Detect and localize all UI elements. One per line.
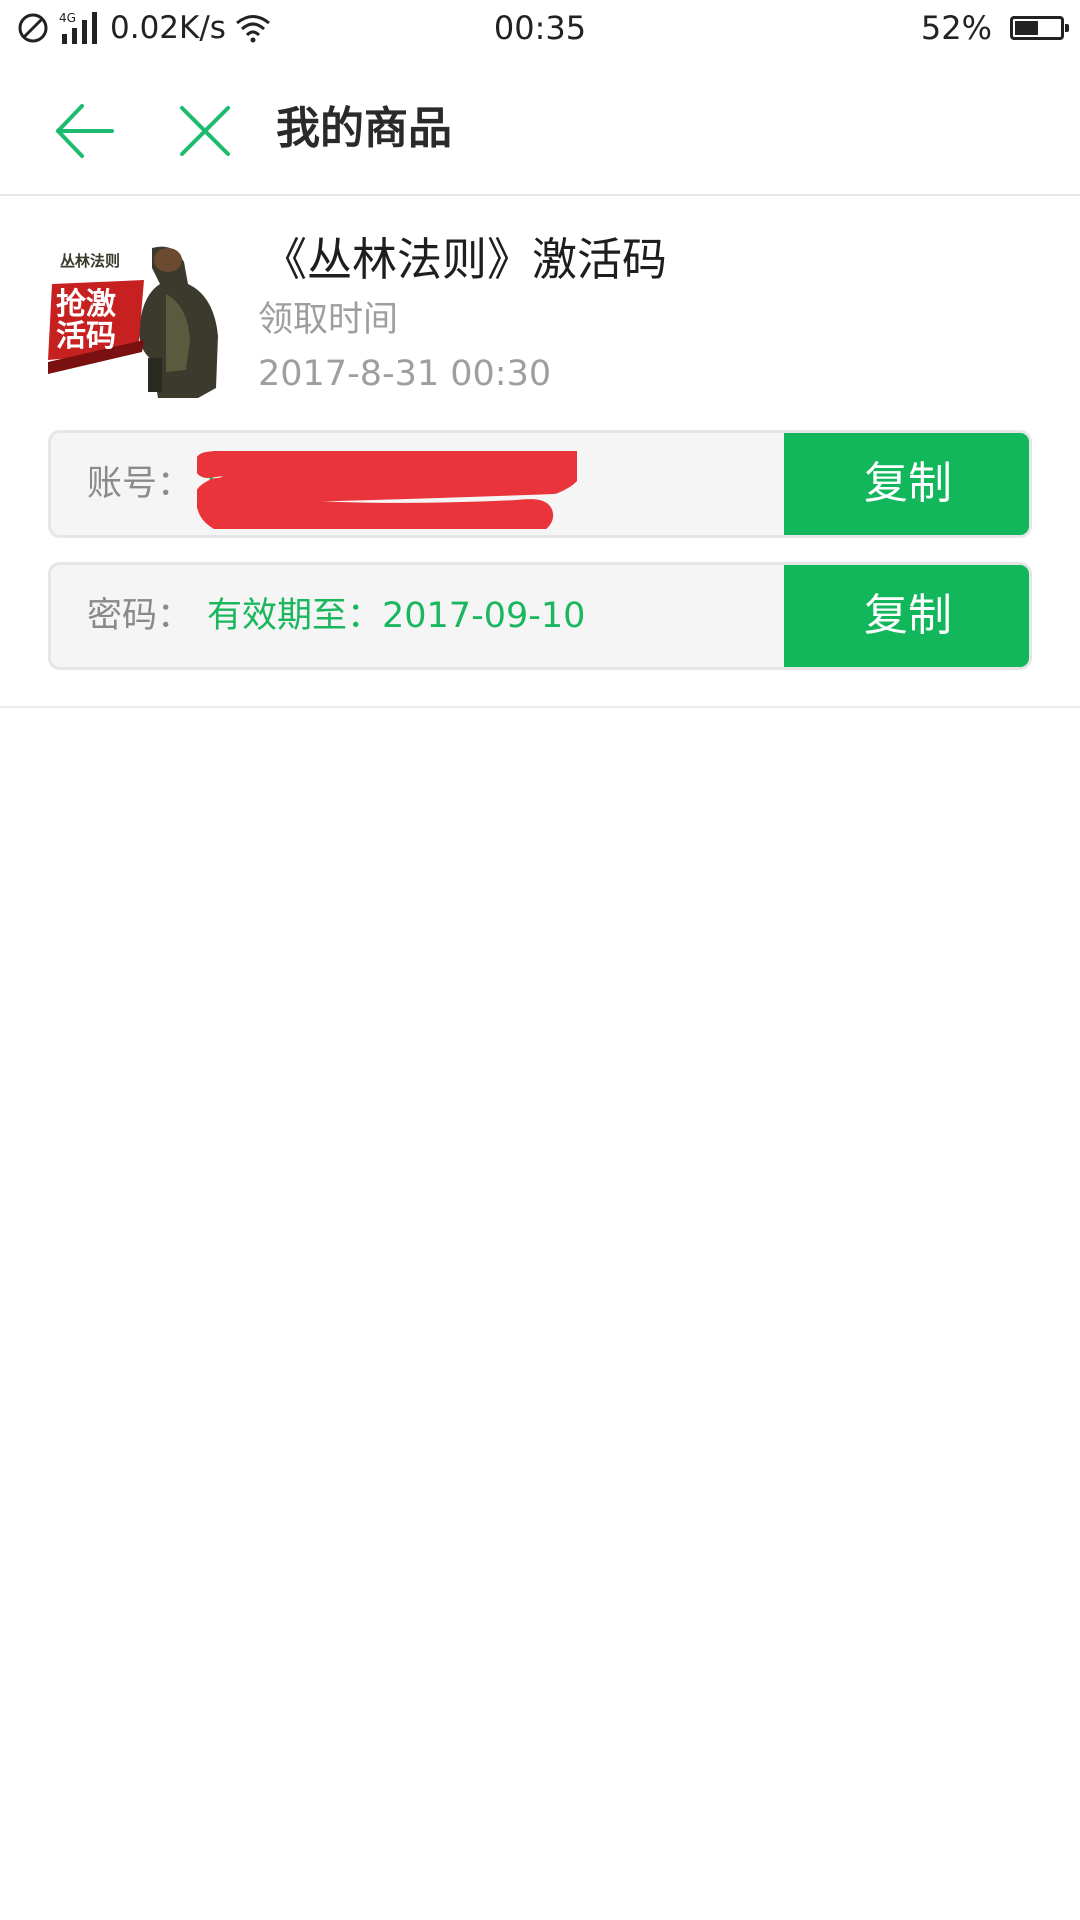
- top-nav-bar: 我的商品: [0, 58, 1080, 196]
- status-time: 00:35: [493, 9, 587, 47]
- cover-title-text: 丛林法则: [60, 252, 120, 270]
- password-value: 有效期至：2017-09-10: [207, 596, 586, 636]
- product-thumbnail: 丛林法则 抢激 活码: [48, 240, 220, 398]
- game-cover-image: 丛林法则 抢激 活码: [48, 240, 220, 398]
- battery-level-fill: [1015, 21, 1038, 35]
- account-row: 账号： 0 20 842 复制: [48, 430, 1032, 538]
- password-label: 密码：: [87, 596, 193, 636]
- account-label: 账号：: [87, 464, 193, 504]
- cover-badge-text-1: 抢激: [56, 287, 116, 322]
- cover-badge-text-2: 活码: [56, 319, 116, 354]
- product-title: 《丛林法则》激活码: [262, 233, 668, 286]
- arrow-left-icon[interactable]: [52, 98, 118, 164]
- copy-account-button[interactable]: 复制: [784, 433, 1029, 535]
- battery-icon: [1010, 16, 1069, 40]
- copy-password-button[interactable]: 复制: [784, 565, 1029, 667]
- battery-percent: 52%: [920, 9, 992, 47]
- receive-time-label: 领取时间: [258, 300, 399, 340]
- page-title: 我的商品: [276, 103, 452, 154]
- status-right: 52%: [920, 8, 1069, 48]
- status-bar: 4G 0.02K/s 00:35 52%: [0, 0, 1080, 58]
- receive-time-value: 2017-8-31 00:30: [258, 354, 552, 394]
- product-card: 丛林法则 抢激 活码 《丛林法则》激活码 领取时间 2017-8-31 00:3…: [0, 196, 1080, 708]
- password-row: 密码： 有效期至：2017-09-10 复制: [48, 562, 1032, 670]
- account-value: 0 20 842: [207, 464, 363, 504]
- close-icon[interactable]: [174, 100, 236, 162]
